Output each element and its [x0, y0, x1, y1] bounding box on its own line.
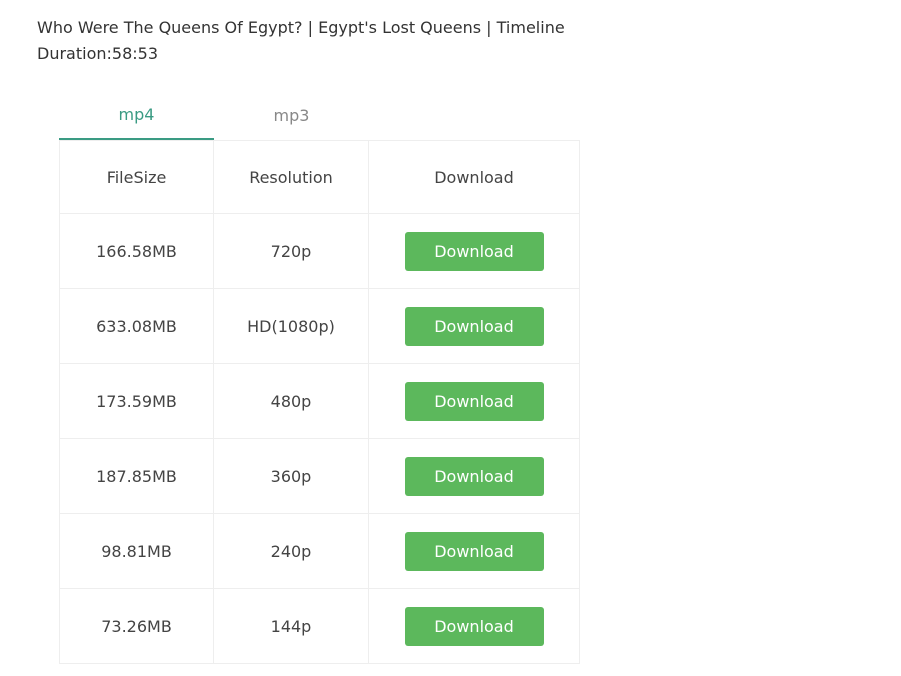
download-button[interactable]: Download	[404, 606, 544, 646]
cell-resolution: 360p	[213, 438, 369, 514]
cell-filesize: 633.08MB	[59, 288, 214, 364]
table-row: 73.26MB 144p Download	[59, 588, 580, 664]
table-row: 187.85MB 360p Download	[59, 438, 580, 514]
cell-resolution: HD(1080p)	[213, 288, 369, 364]
cell-filesize: 166.58MB	[59, 213, 214, 289]
header-resolution: Resolution	[213, 140, 369, 214]
download-button[interactable]: Download	[404, 456, 544, 496]
download-table: FileSize Resolution Download 166.58MB 72…	[59, 140, 580, 664]
header-download: Download	[368, 140, 580, 214]
tab-mp3[interactable]: mp3	[214, 96, 369, 140]
download-button[interactable]: Download	[404, 381, 544, 421]
header-filesize: FileSize	[59, 140, 214, 214]
cell-download: Download	[368, 213, 580, 289]
download-button[interactable]: Download	[404, 531, 544, 571]
cell-resolution: 720p	[213, 213, 369, 289]
cell-filesize: 98.81MB	[59, 513, 214, 589]
cell-filesize: 173.59MB	[59, 363, 214, 439]
table-row: 166.58MB 720p Download	[59, 213, 580, 289]
cell-filesize: 73.26MB	[59, 588, 214, 664]
cell-download: Download	[368, 363, 580, 439]
cell-resolution: 240p	[213, 513, 369, 589]
cell-download: Download	[368, 288, 580, 364]
download-button[interactable]: Download	[404, 231, 544, 271]
table-row: 633.08MB HD(1080p) Download	[59, 288, 580, 364]
cell-download: Download	[368, 513, 580, 589]
cell-resolution: 480p	[213, 363, 369, 439]
cell-download: Download	[368, 438, 580, 514]
table-row: 98.81MB 240p Download	[59, 513, 580, 589]
tab-mp4[interactable]: mp4	[59, 96, 214, 140]
format-tabs: mp4 mp3	[59, 96, 369, 141]
download-button[interactable]: Download	[404, 306, 544, 346]
cell-resolution: 144p	[213, 588, 369, 664]
video-duration: Duration:58:53	[37, 44, 158, 63]
table-header-row: FileSize Resolution Download	[59, 140, 580, 214]
cell-download: Download	[368, 588, 580, 664]
table-row: 173.59MB 480p Download	[59, 363, 580, 439]
video-title: Who Were The Queens Of Egypt? | Egypt's …	[37, 18, 565, 37]
cell-filesize: 187.85MB	[59, 438, 214, 514]
